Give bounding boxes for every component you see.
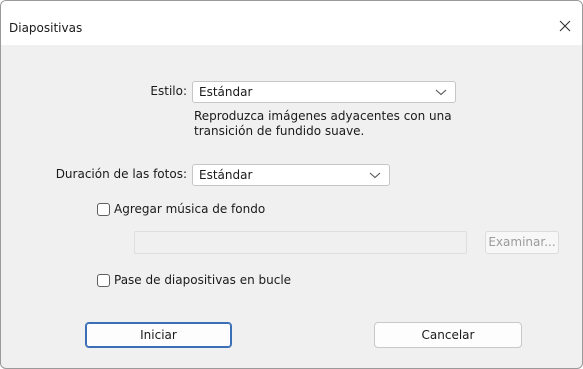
loop-checkbox[interactable] (97, 273, 110, 287)
loop-checkbox-label: Pase de diapositivas en bucle (114, 273, 292, 287)
style-description: Reproduzca imágenes adyacentes con una t… (194, 109, 452, 139)
chevron-down-icon (435, 89, 447, 96)
title-bar: Diapositivas (1, 1, 582, 45)
close-icon (559, 20, 571, 32)
close-button[interactable] (548, 11, 582, 41)
slideshow-dialog: Diapositivas Estilo: Estándar Reproduzca… (0, 0, 583, 369)
cancel-button[interactable]: Cancelar (374, 322, 522, 348)
loop-checkbox-row[interactable]: Pase de diapositivas en bucle (97, 273, 291, 287)
duration-select-value: Estándar (199, 168, 253, 182)
style-description-line-2: transición de fundido suave. (194, 124, 365, 138)
music-checkbox-label: Agregar música de fondo (114, 202, 266, 216)
duration-label: Duración de las fotos: (55, 167, 187, 181)
start-button[interactable]: Iniciar (85, 322, 232, 348)
dialog-title: Diapositivas (9, 21, 83, 35)
style-label: Estilo: (150, 84, 187, 98)
duration-select[interactable]: Estándar (192, 164, 390, 186)
music-path-input (134, 231, 467, 254)
style-description-line-1: Reproduzca imágenes adyacentes con una (194, 109, 452, 123)
style-select-value: Estándar (199, 85, 253, 99)
browse-button: Examinar... (485, 231, 559, 254)
chevron-down-icon (369, 172, 381, 179)
music-checkbox-row[interactable]: Agregar música de fondo (97, 202, 265, 216)
music-checkbox[interactable] (97, 202, 110, 216)
style-select[interactable]: Estándar (192, 81, 456, 103)
